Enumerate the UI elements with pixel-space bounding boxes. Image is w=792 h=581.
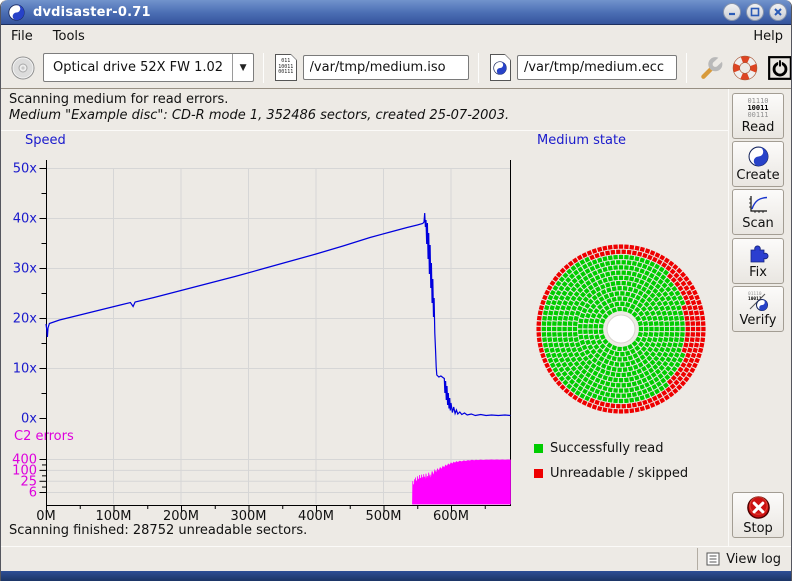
green-square-icon — [534, 444, 543, 453]
fix-button-label: Fix — [749, 265, 767, 280]
svg-text:100M: 100M — [95, 509, 131, 524]
app-logo-yinyang-icon — [8, 4, 25, 21]
status-line-primary: Scanning medium for read errors. — [9, 92, 228, 107]
svg-text:25: 25 — [20, 474, 37, 489]
verify-button[interactable]: 01110 10011 Verify — [732, 286, 784, 332]
quit-button[interactable] — [767, 55, 792, 81]
app-window: dvdisaster-0.71 File Tools Help — [0, 0, 792, 581]
stop-icon — [746, 495, 771, 520]
fix-button[interactable]: Fix — [732, 238, 784, 284]
life-ring-icon — [732, 55, 758, 81]
menu-bar: File Tools Help — [1, 25, 792, 47]
close-icon — [773, 7, 783, 17]
speed-c2-chart: 0x 10x 20x 30x 40x 50x 400100256 0M 100M 200M 300M… — [1, 135, 531, 527]
medium-state-title: Medium state — [537, 133, 626, 148]
toolbar: Optical drive 52X FW 1.02 ▼ 011 10011 00… — [1, 47, 792, 89]
close-button[interactable] — [769, 3, 787, 21]
speed-chart-title: Speed — [25, 133, 66, 148]
svg-text:0M: 0M — [36, 509, 56, 524]
verify-icon: 01110 10011 — [747, 290, 769, 312]
maximize-icon — [750, 7, 760, 17]
svg-text:0x: 0x — [21, 412, 37, 427]
svg-text:500M: 500M — [365, 509, 401, 524]
svg-text:600M: 600M — [433, 509, 469, 524]
help-button[interactable] — [732, 55, 758, 81]
read-button-label: Read — [742, 120, 775, 135]
svg-text:10x: 10x — [13, 362, 38, 377]
menu-help[interactable]: Help — [743, 27, 792, 46]
create-button-label: Create — [736, 168, 779, 183]
preferences-button[interactable] — [698, 55, 724, 81]
svg-text:30x: 30x — [13, 262, 38, 277]
svg-text:50x: 50x — [13, 162, 38, 177]
svg-text:400M: 400M — [298, 509, 334, 524]
drive-button[interactable] — [9, 54, 37, 82]
toolbar-separator — [686, 53, 687, 83]
stop-button-label: Stop — [743, 521, 773, 536]
scan-chart-icon — [747, 193, 769, 215]
ecc-file-icon — [490, 54, 511, 81]
svg-text:100: 100 — [12, 463, 37, 478]
chevron-down-icon: ▼ — [233, 63, 253, 73]
read-button[interactable]: 01110 10011 00111 Read — [732, 93, 784, 139]
binary-icon: 01110 10011 00111 — [747, 98, 768, 119]
svg-text:40x: 40x — [13, 212, 38, 227]
svg-text:200M: 200M — [163, 509, 199, 524]
view-log-button[interactable]: View log — [697, 548, 787, 570]
window-bottom-border — [1, 571, 792, 581]
scan-button[interactable]: Scan — [732, 189, 784, 235]
log-list-icon — [706, 552, 720, 566]
yinyang-icon — [748, 146, 769, 167]
sidebar-divider — [728, 89, 729, 546]
view-log-label: View log — [726, 552, 781, 567]
minimize-icon — [727, 7, 737, 17]
stop-button[interactable]: Stop — [732, 492, 784, 538]
svg-text:6: 6 — [29, 486, 37, 501]
red-square-icon — [534, 469, 543, 478]
toolbar-separator — [478, 53, 479, 83]
cd-drive-icon — [9, 54, 37, 82]
legend-item-bad: Unreadable / skipped — [534, 466, 688, 481]
legend-bad-label: Unreadable / skipped — [550, 466, 688, 481]
legend-item-ok: Successfully read — [534, 441, 663, 456]
iso-path-input[interactable] — [303, 55, 469, 80]
toolbar-separator — [263, 53, 264, 83]
scan-result-text: Scanning finished: 28752 unreadable sect… — [9, 523, 307, 538]
create-button[interactable]: Create — [732, 141, 784, 187]
title-bar[interactable]: dvdisaster-0.71 — [1, 0, 792, 25]
ecc-path-input[interactable] — [517, 55, 677, 80]
legend-ok-label: Successfully read — [550, 441, 663, 456]
iso-file-icon: 011 10011 00111 — [275, 54, 296, 81]
drive-select[interactable]: Optical drive 52X FW 1.02 ▼ — [43, 53, 254, 82]
menu-tools[interactable]: Tools — [43, 27, 95, 46]
drive-select-value: Optical drive 52X FW 1.02 — [44, 60, 232, 75]
ecc-yinyang-icon — [493, 61, 507, 75]
separator — [1, 130, 728, 131]
window-title: dvdisaster-0.71 — [33, 5, 151, 20]
svg-text:300M: 300M — [230, 509, 266, 524]
menu-file[interactable]: File — [1, 27, 43, 46]
iso-icon-line: 00111 — [278, 70, 293, 76]
separator — [1, 546, 792, 547]
maximize-button[interactable] — [746, 3, 764, 21]
c2-errors-title: C2 errors — [14, 429, 74, 444]
wrench-icon — [698, 55, 724, 81]
verify-button-label: Verify — [740, 313, 777, 328]
svg-text:400: 400 — [12, 452, 37, 467]
minimize-button[interactable] — [723, 3, 741, 21]
puzzle-icon — [747, 242, 769, 264]
scan-button-label: Scan — [742, 216, 774, 231]
svg-text:20x: 20x — [13, 312, 38, 327]
power-icon — [767, 55, 792, 81]
medium-state-disc — [533, 241, 709, 417]
status-line-medium-info: Medium "Example disc": CD-R mode 1, 3524… — [9, 108, 509, 123]
